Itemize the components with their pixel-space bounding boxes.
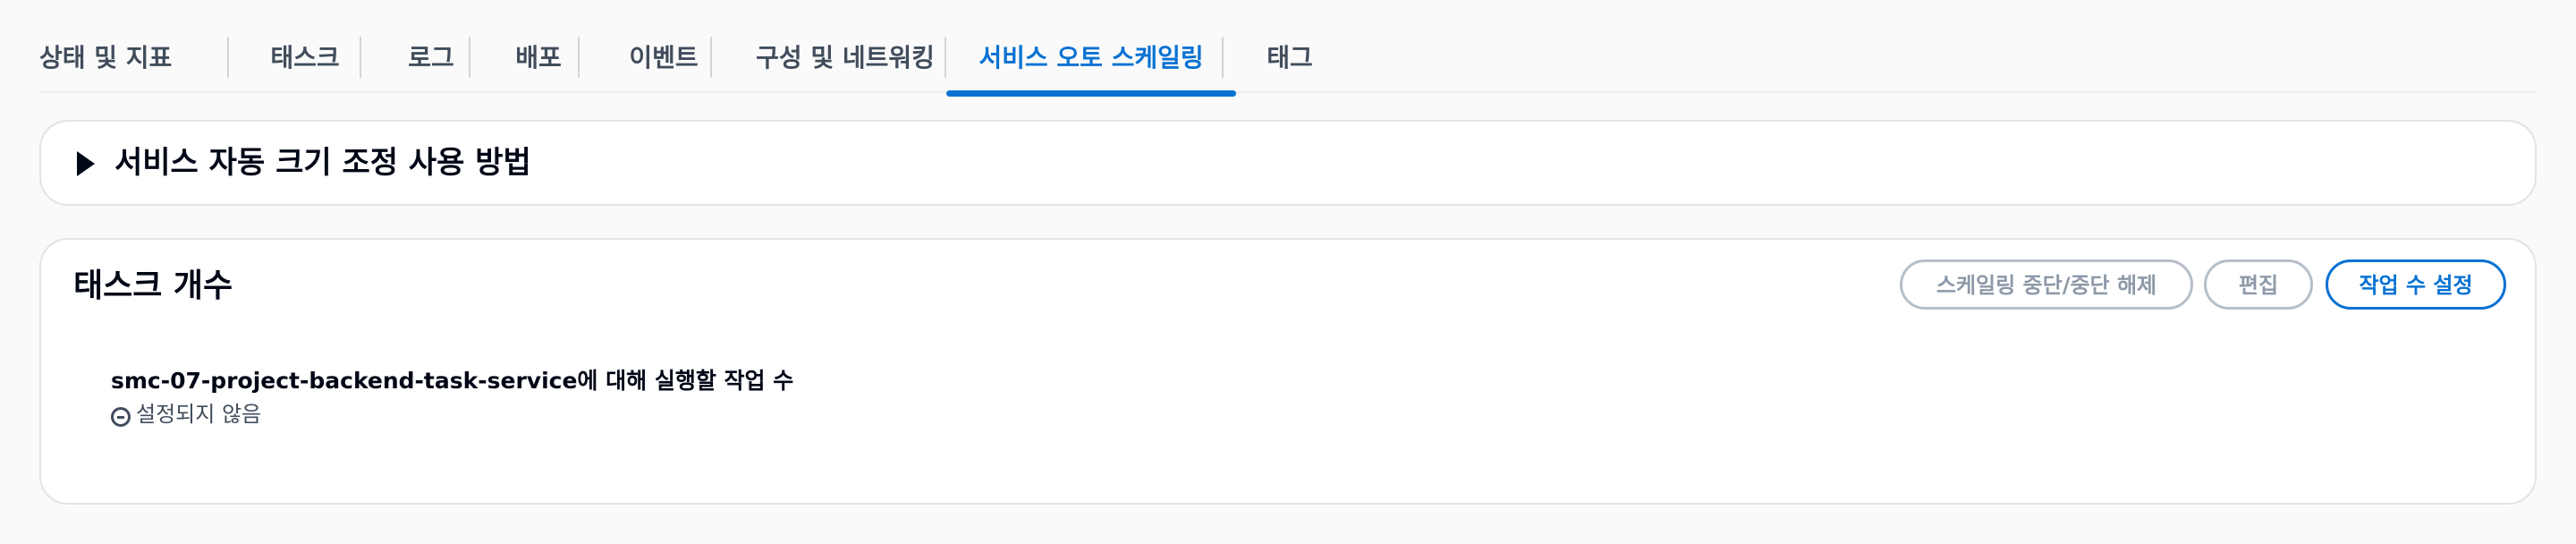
desired-tasks-label: smc-07-project-backend-task-service에 대해 … — [111, 368, 794, 394]
tab-separator — [1222, 37, 1224, 78]
tab-service-auto-scaling[interactable]: 서비스 오토 스케일링 — [946, 23, 1236, 97]
set-task-count-button[interactable]: 작업 수 설정 — [2326, 259, 2506, 310]
not-configured-text: 설정되지 않음 — [136, 402, 262, 427]
minus-circle-icon — [111, 407, 131, 427]
desired-tasks-value: 설정되지 않음 — [111, 399, 261, 429]
tab-separator — [578, 37, 580, 78]
tab-bar: 상태 및 지표 태스크 로그 배포 이벤트 구성 및 네트워킹 서비스 오토 스… — [39, 23, 2537, 97]
tab-events[interactable]: 이벤트 — [603, 23, 724, 93]
tab-separator — [469, 37, 470, 78]
how-to-use-expandable-section[interactable]: 서비스 자동 크기 조정 사용 방법 — [39, 120, 2537, 206]
expandable-section-title: 서비스 자동 크기 조정 사용 방법 — [114, 145, 531, 181]
edit-button[interactable]: 편집 — [2204, 259, 2313, 310]
tab-tags[interactable]: 태그 — [1243, 23, 1336, 93]
tab-separator — [710, 37, 712, 78]
tab-separator — [360, 37, 361, 78]
tab-tasks[interactable]: 태스크 — [256, 23, 354, 93]
tab-configuration-networking[interactable]: 구성 및 네트워킹 — [735, 23, 955, 93]
tab-health-metrics[interactable]: 상태 및 지표 — [39, 23, 172, 93]
tab-logs[interactable]: 로그 — [386, 23, 476, 93]
task-count-container: 태스크 개수 스케일링 중단/중단 해제 편집 작업 수 설정 smc-07-p… — [39, 238, 2537, 505]
caret-right-icon — [77, 151, 95, 176]
tab-deployments[interactable]: 배포 — [494, 23, 583, 93]
task-count-title: 태스크 개수 — [73, 268, 233, 304]
suspend-scaling-button[interactable]: 스케일링 중단/중단 해제 — [1900, 259, 2193, 310]
tab-separator — [227, 37, 229, 78]
